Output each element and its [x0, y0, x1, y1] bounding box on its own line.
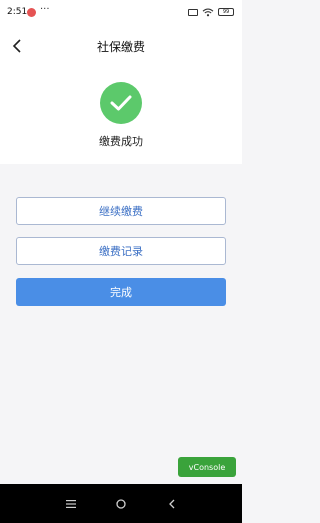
done-button[interactable]: 完成 — [16, 278, 226, 306]
status-indicators: 99 — [188, 7, 234, 17]
menu-icon — [66, 500, 76, 508]
checkmark-icon — [110, 95, 132, 111]
payment-records-button[interactable]: 缴费记录 — [16, 237, 226, 265]
back-triangle-icon — [169, 499, 175, 509]
success-check-icon — [100, 82, 142, 124]
notification-dot-icon — [27, 8, 36, 17]
system-back-button[interactable] — [162, 494, 182, 514]
continue-payment-button[interactable]: 继续缴费 — [16, 197, 226, 225]
home-circle-icon — [116, 499, 126, 509]
recent-apps-button[interactable] — [61, 494, 81, 514]
payment-result-panel: 缴费成功 — [0, 66, 242, 164]
system-navigation-bar — [0, 484, 242, 523]
more-notifications-icon: ··· — [40, 4, 50, 15]
page-title: 社保缴费 — [96, 40, 145, 54]
wifi-icon — [202, 8, 214, 16]
home-button[interactable] — [111, 494, 131, 514]
status-bar: 2:51 ··· 99 — [0, 0, 242, 26]
battery-icon: 99 — [218, 8, 234, 16]
vconsole-button[interactable]: vConsole — [178, 457, 236, 477]
payment-success-message: 缴费成功 — [99, 135, 143, 148]
status-time: 2:51 — [7, 7, 28, 17]
navigation-bar: 社保缴费 — [0, 26, 242, 66]
sim-card-icon — [188, 8, 198, 16]
